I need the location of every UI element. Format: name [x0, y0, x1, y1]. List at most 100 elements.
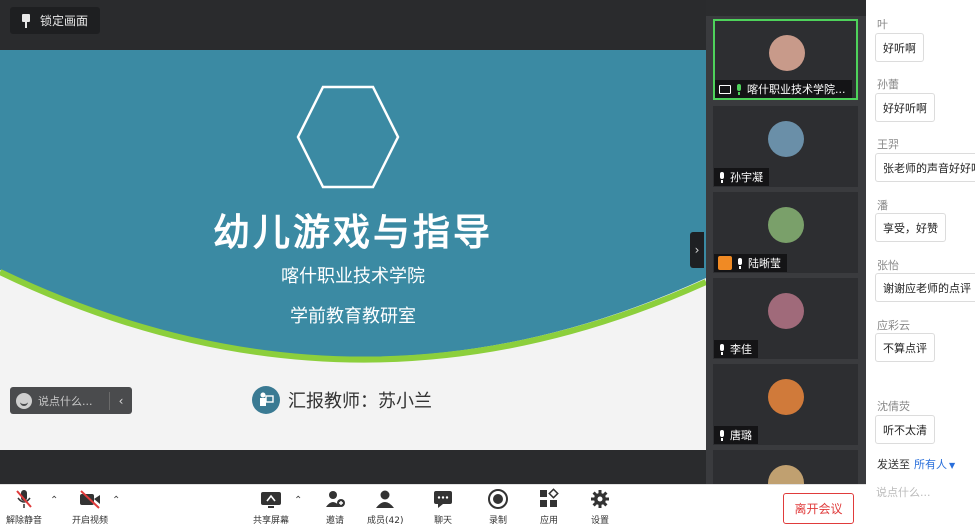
pin-icon	[20, 13, 32, 28]
gear-icon	[589, 488, 611, 510]
emoji-icon[interactable]	[16, 392, 32, 409]
caret-down-icon: ▼	[949, 461, 956, 470]
participant-name: 唐璐	[730, 429, 752, 442]
invite-button[interactable]: 邀请	[324, 488, 346, 526]
avatar	[768, 465, 804, 484]
chat-message: 听不太清	[875, 415, 935, 444]
share-screen-label: 共享屏幕	[253, 516, 290, 526]
apps-grid-icon	[538, 488, 560, 510]
slide-department: 学前教育教研室	[290, 306, 416, 327]
chat-message: 享受，好赞	[875, 213, 946, 242]
participant-tile[interactable]: 喀什职业技术学院...	[713, 19, 858, 100]
record-icon	[487, 488, 509, 510]
slide-school: 喀什职业技术学院	[281, 266, 425, 287]
settings-button[interactable]: 设置	[589, 488, 611, 526]
participant-label: 唐璐	[714, 426, 758, 444]
chat-sender: 应彩云	[877, 319, 910, 332]
chat-message: 张老师的声音好好听	[875, 153, 975, 182]
caret-up-icon[interactable]: ⌃	[112, 495, 120, 506]
avatar	[768, 293, 804, 329]
participant-tile[interactable]: 孙宇凝	[713, 106, 858, 187]
send-to-selector[interactable]: 发送至 所有人 ▼	[877, 456, 955, 472]
apps-label: 应用	[539, 516, 558, 526]
chat-sender: 潘	[877, 199, 888, 212]
invite-label: 邀请	[325, 516, 344, 526]
host-icon	[718, 256, 732, 270]
chat-message: 好听啊	[875, 33, 924, 62]
participant-name: 李佳	[730, 343, 752, 356]
chevron-left-icon[interactable]: ‹	[110, 394, 132, 408]
video-off-icon	[78, 488, 102, 510]
chat-button[interactable]: 聊天	[432, 488, 454, 526]
members-button[interactable]: 成员(42)	[367, 488, 403, 526]
participant-name: 孙宇凝	[730, 171, 763, 184]
quick-comment-input[interactable]: 说点什么... ‹	[10, 387, 132, 414]
participant-label: 陆晰莹	[714, 254, 787, 272]
participant-label: 孙宇凝	[714, 168, 769, 186]
caret-up-icon[interactable]: ⌃	[294, 495, 302, 506]
chat-panel: 叶 好听啊 孙蕾 好好听啊 王羿 张老师的声音好好听 潘 享受，好赞 张怡 谢谢…	[866, 0, 975, 529]
participant-name: 喀什职业技术学院...	[747, 83, 846, 96]
participant-video-column: 喀什职业技术学院... 孙宇凝 陆晰莹 李佳 唐璐	[706, 0, 866, 484]
add-user-icon	[324, 488, 346, 510]
avatar	[768, 207, 804, 243]
chat-sender: 孙蕾	[877, 78, 899, 91]
members-label: 成员(42)	[367, 516, 404, 526]
chat-sender: 王羿	[877, 138, 899, 151]
mic-muted-icon	[14, 488, 34, 510]
chat-input[interactable]: 说点什么...	[876, 484, 931, 500]
meeting-window: 锁定画面 幼儿游戏与指导 喀什职业技术学院 学前教育教研室 汇报教师：苏小兰 说…	[0, 0, 975, 529]
caret-up-icon[interactable]: ⌃	[50, 495, 58, 506]
avatar	[768, 379, 804, 415]
screen-share-icon	[719, 84, 731, 94]
participant-label: 李佳	[714, 340, 758, 358]
participant-label: 喀什职业技术学院...	[715, 80, 852, 98]
apps-button[interactable]: 应用	[538, 488, 560, 526]
lock-view-button[interactable]: 锁定画面	[10, 7, 101, 34]
start-video-button[interactable]: 开启视频	[72, 488, 108, 526]
avatar	[769, 35, 805, 71]
meeting-toolbar: 解除静音 ⌃ 开启视频 ⌃ 共享屏幕 ⌃ 邀请 成员(42) 聊天 录制 应用 …	[0, 484, 866, 529]
settings-label: 设置	[590, 516, 609, 526]
mic-muted-icon	[718, 343, 726, 355]
unmute-button[interactable]: 解除静音	[6, 488, 42, 526]
reporter-line: 汇报教师：苏小兰	[252, 386, 432, 414]
mic-muted-icon	[718, 429, 726, 441]
send-to-label: 发送至	[877, 458, 910, 471]
start-video-label: 开启视频	[72, 516, 109, 526]
reporter-text: 汇报教师：苏小兰	[288, 391, 432, 412]
chevron-right-icon: ›	[694, 243, 700, 257]
avatar	[768, 121, 804, 157]
unmute-label: 解除静音	[6, 516, 43, 526]
mic-icon	[736, 257, 744, 269]
participant-tile[interactable]: 李佳	[713, 278, 858, 359]
chat-label: 聊天	[433, 516, 452, 526]
chat-sender: 叶	[877, 18, 888, 31]
mic-muted-icon	[718, 171, 726, 183]
quick-comment-placeholder: 说点什么...	[38, 394, 93, 408]
share-screen-icon	[259, 488, 283, 510]
presenter-icon	[252, 386, 280, 414]
send-to-target[interactable]: 所有人	[914, 458, 947, 471]
participant-tile[interactable]: 陆晰莹	[713, 192, 858, 273]
lock-view-label: 锁定画面	[40, 14, 89, 28]
users-icon	[373, 488, 397, 510]
mic-on-icon	[735, 83, 743, 95]
share-screen-button[interactable]: 共享屏幕	[253, 488, 289, 526]
participant-tile[interactable]: 唐璐	[713, 364, 858, 445]
participant-name: 陆晰莹	[748, 257, 781, 270]
chat-sender: 沈倩荧	[877, 400, 910, 413]
chat-message: 不算点评	[875, 333, 935, 362]
chat-icon	[432, 488, 454, 510]
column-top-bar	[706, 0, 866, 16]
record-label: 录制	[488, 516, 507, 526]
chat-message: 好好听啊	[875, 93, 935, 122]
slide-title: 幼儿游戏与指导	[213, 211, 493, 254]
record-button[interactable]: 录制	[487, 488, 509, 526]
shared-screen-stage: 锁定画面 幼儿游戏与指导 喀什职业技术学院 学前教育教研室 汇报教师：苏小兰 说…	[0, 0, 706, 484]
leave-meeting-button[interactable]: 离开会议	[783, 493, 854, 524]
chat-message: 谢谢应老师的点评	[875, 273, 975, 302]
collapse-panel-button[interactable]: ›	[690, 232, 704, 268]
participant-tile[interactable]	[713, 450, 858, 484]
chat-sender: 张怡	[877, 259, 899, 272]
